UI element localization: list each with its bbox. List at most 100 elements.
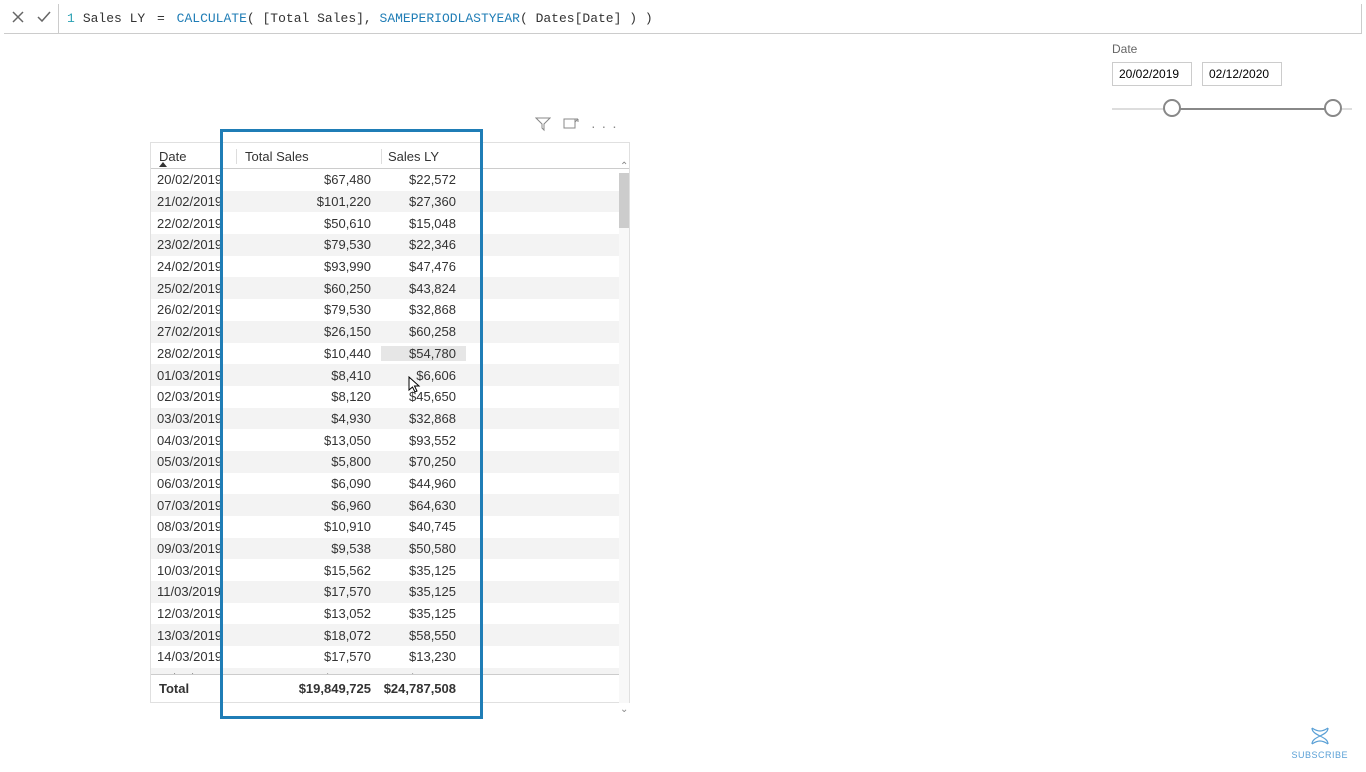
table-row[interactable]: 05/03/2019$5,800$70,250 <box>151 451 629 473</box>
table-body: 20/02/2019$67,480$22,57221/02/2019$101,2… <box>151 169 629 674</box>
table-row[interactable]: 28/02/2019$10,440$54,780 <box>151 343 629 365</box>
formula-input[interactable]: 1 Sales LY = CALCULATE ( [Total Sales] ,… <box>58 4 1361 33</box>
table-row[interactable]: 23/02/2019$79,530$22,346 <box>151 234 629 256</box>
cell-date: 09/03/2019 <box>151 541 236 556</box>
cell-ly: $35,125 <box>381 563 466 578</box>
cell-ly: $10,710 <box>381 671 466 674</box>
table-row[interactable]: 27/02/2019$26,150$60,258 <box>151 321 629 343</box>
table-row[interactable]: 04/03/2019$13,050$93,552 <box>151 429 629 451</box>
header-date[interactable]: Date <box>151 149 236 164</box>
cell-ly: $50,580 <box>381 541 466 556</box>
scroll-thumb[interactable] <box>619 173 629 228</box>
table-row[interactable]: 01/03/2019$8,410$6,606 <box>151 364 629 386</box>
table-row[interactable]: 08/03/2019$10,910$40,745 <box>151 516 629 538</box>
table-row[interactable]: 09/03/2019$9,538$50,580 <box>151 538 629 560</box>
cell-total: $26,150 <box>236 324 381 339</box>
table-row[interactable]: 11/03/2019$17,570$35,125 <box>151 581 629 603</box>
cell-ly: $35,125 <box>381 606 466 621</box>
cell-ly: $15,048 <box>381 216 466 231</box>
cell-date: 12/03/2019 <box>151 606 236 621</box>
more-options-button[interactable]: · · · <box>591 118 618 134</box>
table-row[interactable]: 21/02/2019$101,220$27,360 <box>151 191 629 213</box>
scrollbar[interactable]: ⌃ ⌄ <box>619 173 629 703</box>
cell-date: 27/02/2019 <box>151 324 236 339</box>
cell-total: $15,562 <box>236 563 381 578</box>
table-row[interactable]: 12/03/2019$13,052$35,125 <box>151 603 629 625</box>
table-row[interactable]: 13/03/2019$18,072$58,550 <box>151 624 629 646</box>
footer-ly: $24,787,508 <box>381 681 466 696</box>
tok-comma: , <box>364 11 380 26</box>
cell-total: $17,570 <box>236 649 381 664</box>
slicer-slider[interactable] <box>1112 108 1352 110</box>
slicer-end-input[interactable] <box>1202 62 1282 86</box>
cell-total: $17,570 <box>236 584 381 599</box>
cell-date: 25/02/2019 <box>151 281 236 296</box>
table-row[interactable]: 22/02/2019$50,610$15,048 <box>151 212 629 234</box>
dna-icon <box>1308 724 1332 748</box>
table-row[interactable]: 26/02/2019$79,530$32,868 <box>151 299 629 321</box>
cell-ly: $32,868 <box>381 411 466 426</box>
commit-formula-button[interactable] <box>36 9 52 28</box>
cell-date: 03/03/2019 <box>151 411 236 426</box>
cell-total: $67,480 <box>236 172 381 187</box>
cancel-formula-button[interactable] <box>10 9 26 28</box>
table-row[interactable]: 06/03/2019$6,090$44,960 <box>151 473 629 495</box>
cell-ly: $43,824 <box>381 281 466 296</box>
cell-ly: $6,606 <box>381 368 466 383</box>
slicer-title: Date <box>1112 42 1352 56</box>
cell-ly: $35,125 <box>381 584 466 599</box>
tok-paren-open2: ( <box>520 11 528 26</box>
table-visual[interactable]: Date Total Sales Sales LY 20/02/2019$67,… <box>150 142 630 703</box>
cell-total: $14,056 <box>236 671 381 674</box>
close-icon <box>10 9 26 25</box>
table-row[interactable]: 20/02/2019$67,480$22,572 <box>151 169 629 191</box>
slider-handle-end[interactable] <box>1324 99 1342 117</box>
filter-icon <box>535 116 551 132</box>
cell-total: $93,990 <box>236 259 381 274</box>
cell-ly: $22,572 <box>381 172 466 187</box>
table-row[interactable]: 24/02/2019$93,990$47,476 <box>151 256 629 278</box>
header-total-sales[interactable]: Total Sales <box>236 149 381 164</box>
formula-actions <box>4 9 58 28</box>
visual-toolbar: · · · <box>535 116 618 135</box>
cell-ly: $70,250 <box>381 454 466 469</box>
table-row[interactable]: 15/03/2019$14,056$10,710 <box>151 668 629 674</box>
filter-button[interactable] <box>535 116 551 135</box>
tok-paren-close2: ) <box>629 11 637 26</box>
table-row[interactable]: 07/03/2019$6,960$64,630 <box>151 494 629 516</box>
table-row[interactable]: 14/03/2019$17,570$13,230 <box>151 646 629 668</box>
focus-mode-button[interactable] <box>563 116 579 135</box>
cell-total: $60,250 <box>236 281 381 296</box>
table-row[interactable]: 25/02/2019$60,250$43,824 <box>151 277 629 299</box>
slider-fill <box>1172 108 1333 110</box>
slicer-start-input[interactable] <box>1112 62 1192 86</box>
cell-date: 10/03/2019 <box>151 563 236 578</box>
tok-paren-close1: ) <box>645 11 653 26</box>
header-sales-ly[interactable]: Sales LY <box>381 149 466 164</box>
cell-date: 08/03/2019 <box>151 519 236 534</box>
cell-date: 14/03/2019 <box>151 649 236 664</box>
cell-total: $79,530 <box>236 237 381 252</box>
cell-total: $4,930 <box>236 411 381 426</box>
cell-date: 06/03/2019 <box>151 476 236 491</box>
cell-total: $10,440 <box>236 346 381 361</box>
slider-handle-start[interactable] <box>1163 99 1181 117</box>
cell-total: $101,220 <box>236 194 381 209</box>
table-row[interactable]: 10/03/2019$15,562$35,125 <box>151 559 629 581</box>
cell-total: $5,800 <box>236 454 381 469</box>
scroll-up-icon[interactable]: ⌃ <box>620 161 628 172</box>
formula-bar: 1 Sales LY = CALCULATE ( [Total Sales] ,… <box>4 4 1362 34</box>
cell-total: $10,910 <box>236 519 381 534</box>
table-row[interactable]: 02/03/2019$8,120$45,650 <box>151 386 629 408</box>
tok-calculate: CALCULATE <box>177 11 247 26</box>
tok-total-sales: [Total Sales] <box>255 11 364 26</box>
date-slicer: Date <box>1112 42 1352 110</box>
table-row[interactable]: 03/03/2019$4,930$32,868 <box>151 408 629 430</box>
table-header: Date Total Sales Sales LY <box>151 143 629 169</box>
cell-date: 21/02/2019 <box>151 194 236 209</box>
cell-total: $13,052 <box>236 606 381 621</box>
scroll-down-icon[interactable]: ⌄ <box>620 704 628 715</box>
cell-date: 20/02/2019 <box>151 172 236 187</box>
cell-ly: $40,745 <box>381 519 466 534</box>
cell-date: 15/03/2019 <box>151 671 236 674</box>
